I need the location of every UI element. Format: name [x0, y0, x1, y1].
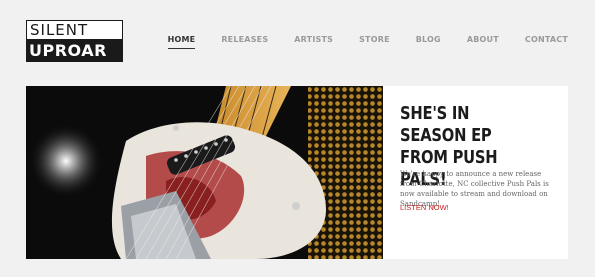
hero-panel: SHE'S IN SEASON EP FROM PUSH PALS! We're… — [383, 86, 568, 259]
logo-line-2: UPROAR — [26, 40, 123, 62]
nav-item-store[interactable]: STORE — [359, 35, 390, 44]
guitar-illustration — [26, 86, 383, 259]
nav-item-contact[interactable]: CONTACT — [525, 35, 568, 44]
nav-item-blog[interactable]: BLOG — [416, 35, 441, 44]
nav-item-artists[interactable]: ARTISTS — [294, 35, 333, 44]
site-logo[interactable]: SILENT UPROAR — [26, 20, 123, 62]
nav-item-home[interactable]: HOME — [167, 35, 196, 49]
nav-item-about[interactable]: ABOUT — [467, 35, 499, 44]
listen-now-link[interactable]: LISTEN NOW! — [400, 203, 449, 212]
hero-image[interactable] — [26, 86, 383, 259]
logo-line-1: SILENT — [26, 20, 123, 40]
main-nav: HOME RELEASES ARTISTS STORE BLOG ABOUT C… — [142, 35, 568, 49]
nav-item-releases[interactable]: RELEASES — [221, 35, 268, 44]
